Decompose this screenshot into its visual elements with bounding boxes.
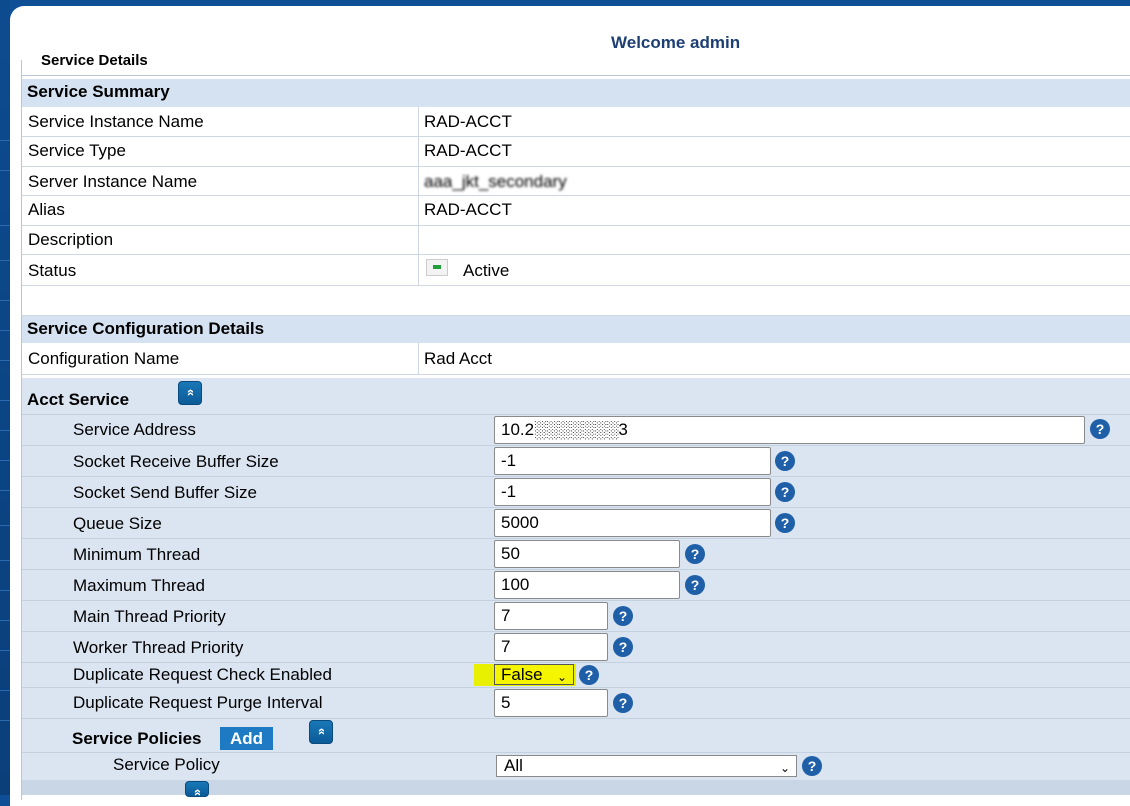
service-summary-header: Service Summary bbox=[22, 79, 1130, 107]
add-policy-button[interactable]: Add bbox=[220, 727, 273, 750]
field-label-minimum-thread: Minimum Thread bbox=[73, 545, 201, 564]
summary-row-instance-name: Service Instance Name RAD-ACCT bbox=[22, 107, 1130, 137]
row-label: Alias bbox=[28, 200, 65, 219]
row-label: Status bbox=[28, 261, 77, 280]
status-value: Active bbox=[463, 261, 510, 280]
field-label-main-thread-priority: Main Thread Priority bbox=[73, 607, 226, 626]
help-icon[interactable]: ? bbox=[775, 451, 795, 471]
summary-row-alias: Alias RAD-ACCT bbox=[22, 196, 1130, 226]
main-thread-priority-input[interactable] bbox=[494, 602, 608, 630]
config-row-name: Configuration Name Rad Acct bbox=[22, 343, 1130, 375]
summary-row-service-type: Service Type RAD-ACCT bbox=[22, 137, 1130, 167]
maximum-thread-input[interactable] bbox=[494, 571, 680, 599]
service-address-input[interactable] bbox=[494, 416, 1085, 444]
duplicate-check-select[interactable]: False ⌄ bbox=[494, 664, 574, 685]
summary-row-status: Status Active bbox=[22, 255, 1130, 286]
help-icon[interactable]: ? bbox=[579, 665, 599, 685]
collapse-up-icon[interactable]: » bbox=[178, 381, 202, 405]
duplicate-purge-interval-input[interactable] bbox=[494, 689, 608, 717]
collapse-up-icon[interactable]: » bbox=[309, 720, 333, 744]
help-icon[interactable]: ? bbox=[613, 637, 633, 657]
page-title: Service Details bbox=[41, 52, 148, 69]
help-icon[interactable]: ? bbox=[685, 544, 705, 564]
service-policy-label: Service Policy bbox=[113, 755, 220, 774]
summary-row-server-instance: Server Instance Name aaa_jkt_secondary bbox=[22, 167, 1130, 196]
row-value: Rad Acct bbox=[424, 349, 493, 368]
service-config-header: Service Configuration Details bbox=[22, 316, 1130, 343]
help-icon[interactable]: ? bbox=[685, 575, 705, 595]
chevron-down-icon: ⌄ bbox=[779, 761, 790, 775]
field-label-worker-thread-priority: Worker Thread Priority bbox=[73, 638, 244, 657]
left-nav-strip bbox=[0, 0, 10, 795]
row-label: Configuration Name bbox=[28, 349, 180, 368]
help-icon[interactable]: ? bbox=[613, 693, 633, 713]
row-value: RAD-ACCT bbox=[424, 200, 512, 219]
row-label: Server Instance Name bbox=[28, 172, 198, 191]
minimum-thread-input[interactable] bbox=[494, 540, 680, 568]
help-icon[interactable]: ? bbox=[802, 756, 822, 776]
socket-receive-buffer-input[interactable] bbox=[494, 447, 771, 475]
row-value: RAD-ACCT bbox=[424, 112, 512, 131]
service-policy-select[interactable]: All ⌄ bbox=[496, 755, 797, 777]
field-label-socket-send: Socket Send Buffer Size bbox=[73, 483, 257, 502]
help-icon[interactable]: ? bbox=[775, 482, 795, 502]
socket-send-buffer-input[interactable] bbox=[494, 478, 771, 506]
chevron-down-icon: ⌄ bbox=[556, 670, 567, 684]
summary-row-description: Description bbox=[22, 226, 1130, 255]
field-label-duplicate-check: Duplicate Request Check Enabled bbox=[73, 665, 332, 684]
field-label-maximum-thread: Maximum Thread bbox=[73, 576, 205, 595]
service-policies-title: Service Policies bbox=[72, 729, 202, 748]
worker-thread-priority-input[interactable] bbox=[494, 633, 608, 661]
acct-service-title: Acct Service bbox=[27, 390, 130, 409]
row-label: Service Instance Name bbox=[28, 112, 204, 131]
field-label-socket-receive: Socket Receive Buffer Size bbox=[73, 452, 279, 471]
help-icon[interactable]: ? bbox=[613, 606, 633, 626]
help-icon[interactable]: ? bbox=[775, 513, 795, 533]
row-value: aaa_jkt_secondary bbox=[424, 172, 567, 191]
field-label-queue-size: Queue Size bbox=[73, 514, 162, 533]
row-label: Service Type bbox=[28, 141, 126, 160]
welcome-message: Welcome admin bbox=[611, 33, 741, 52]
row-value: RAD-ACCT bbox=[424, 141, 512, 160]
status-active-icon bbox=[426, 259, 448, 276]
help-icon[interactable]: ? bbox=[1090, 419, 1110, 439]
field-label-service-address: Service Address bbox=[73, 420, 196, 439]
queue-size-input[interactable] bbox=[494, 509, 771, 537]
field-label-duplicate-purge: Duplicate Request Purge Interval bbox=[73, 693, 323, 712]
row-label: Description bbox=[28, 230, 114, 249]
